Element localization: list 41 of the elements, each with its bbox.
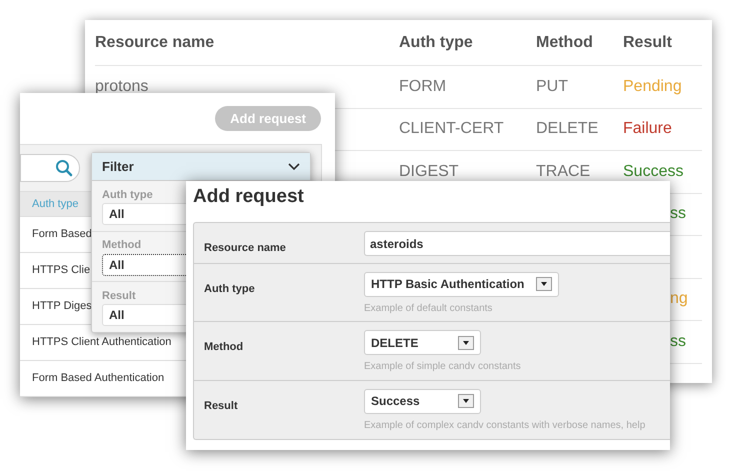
table-cell-text: CLIENT-CERT [399, 119, 504, 140]
select-field[interactable]: HTTP Basic Authentication [364, 272, 560, 297]
search-icon [55, 159, 73, 177]
table-cell-text: PUT [536, 76, 568, 97]
status-text: ng [670, 289, 688, 310]
column-header: Method [536, 32, 593, 52]
search-field[interactable] [20, 154, 80, 182]
filter-label: Result [102, 288, 136, 304]
filter-header[interactable]: Filter [92, 153, 310, 181]
column-header: Auth type [399, 32, 473, 52]
table-cell-text: Form Based [32, 227, 92, 242]
table-cell-text: HTTP Diges [32, 299, 92, 314]
table-cell-text: DIGEST [399, 162, 459, 182]
chevron-icon [288, 162, 300, 170]
help-text: Example of simple candv constants [364, 360, 522, 374]
help-text: Example of complex candv constants with verbose names, help [364, 418, 646, 433]
table-cell-text: Form Based Authentication [32, 371, 164, 386]
column-header: Resource name [95, 32, 214, 52]
status-text: ss [670, 332, 686, 352]
dialog-title: Add request [193, 185, 305, 209]
field-label: Result [204, 400, 238, 412]
table-cell-text: HTTPS Client Authentication [32, 335, 172, 350]
select-field[interactable]: Success [364, 388, 481, 414]
resource-name-input[interactable]: asteroids [364, 231, 670, 256]
help-text: Example of default constants [364, 302, 494, 316]
status-text: Success [623, 162, 684, 182]
filter-label: Auth type [102, 188, 153, 203]
table-cell-text: HTTPS Clie [32, 263, 90, 278]
table-cell: protons [95, 78, 148, 95]
filter-label: Method [102, 238, 142, 254]
field-label: Method [204, 341, 244, 354]
status-text: ss [670, 204, 686, 224]
table-cell-text: FORM [399, 76, 446, 97]
field-label: Resource name [204, 242, 286, 254]
table-cell-text: DELETE [536, 119, 598, 140]
field-label: Auth type [204, 282, 255, 295]
table-cell-text: TRACE [536, 162, 590, 182]
status-text: Pending [623, 76, 682, 97]
status-text: Failure [623, 119, 672, 140]
column-header: Result [623, 32, 672, 52]
select-field[interactable]: DELETE [364, 330, 481, 356]
